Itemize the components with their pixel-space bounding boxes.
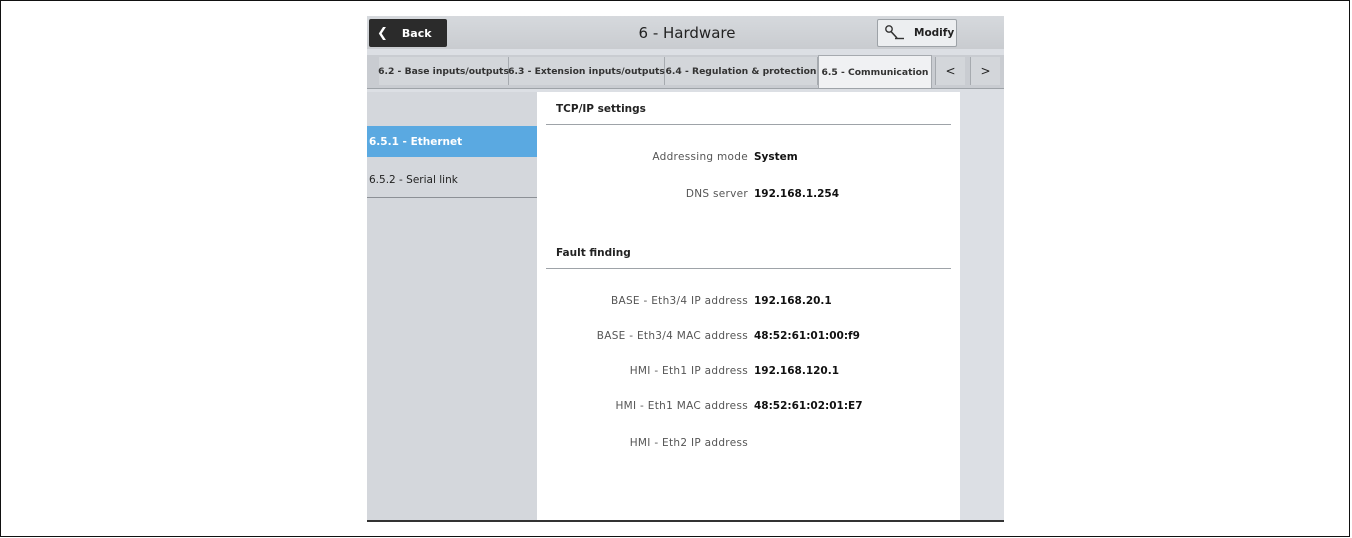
tab-base-io[interactable]: 6.2 - Base inputs/outputs — [378, 57, 509, 85]
setting-label: HMI - Eth1 IP address — [629, 365, 748, 377]
tab-prev-button[interactable]: < — [935, 57, 965, 85]
title-bar: ❮ Back 6 - Hardware Modify — [367, 16, 1004, 49]
setting-label: HMI - Eth2 IP address — [629, 437, 748, 449]
setting-row-addressing-mode: Addressing mode System — [537, 151, 960, 167]
chevron-right-icon: > — [980, 64, 991, 78]
wrench-icon — [885, 25, 904, 40]
chevron-left-icon: ❮ — [377, 25, 388, 41]
chevron-left-icon: < — [945, 64, 956, 78]
setting-label: HMI - Eth1 MAC address — [615, 400, 748, 412]
back-button[interactable]: ❮ Back — [369, 19, 447, 47]
setting-label: BASE - Eth3/4 IP address — [610, 295, 748, 307]
tab-extension-io[interactable]: 6.3 - Extension inputs/outputs — [508, 57, 665, 85]
tab-communication[interactable]: 6.5 - Communication — [818, 55, 932, 88]
setting-row-base-ip: BASE - Eth3/4 IP address 192.168.20.1 — [537, 295, 960, 311]
section-divider — [546, 268, 951, 269]
main-panel: TCP/IP settings Addressing mode System D… — [537, 92, 960, 520]
setting-value: 192.168.20.1 — [754, 295, 832, 307]
back-label: Back — [401, 26, 432, 40]
section-divider — [546, 124, 951, 125]
sidebar-item-ethernet[interactable]: 6.5.1 - Ethernet — [367, 126, 537, 157]
setting-value: System — [754, 151, 798, 163]
setting-row-dns-server: DNS server 192.168.1.254 — [537, 188, 960, 204]
sidebar: 6.5.1 - Ethernet 6.5.2 - Serial link — [367, 92, 537, 520]
setting-value: 192.168.120.1 — [754, 365, 840, 377]
hmi-screen: ❮ Back 6 - Hardware Modify 6.2 - Base in… — [367, 16, 1004, 522]
setting-label: Addressing mode — [652, 151, 748, 163]
setting-row-base-mac: BASE - Eth3/4 MAC address 48:52:61:01:00… — [537, 330, 960, 346]
setting-value: 48:52:61:01:00:f9 — [754, 330, 860, 342]
setting-value: 48:52:61:02:01:E7 — [754, 400, 863, 412]
setting-label: DNS server — [685, 188, 748, 200]
setting-label: BASE - Eth3/4 MAC address — [596, 330, 748, 342]
section-heading-tcpip: TCP/IP settings — [556, 103, 646, 115]
tab-regulation-protection[interactable]: 6.4 - Regulation & protection — [665, 57, 818, 85]
modify-button[interactable]: Modify — [877, 19, 957, 47]
modify-label: Modify — [914, 27, 955, 39]
sidebar-divider — [367, 197, 537, 198]
setting-row-hmi-eth1-mac: HMI - Eth1 MAC address 48:52:61:02:01:E7 — [537, 400, 960, 416]
setting-row-hmi-eth2-ip: HMI - Eth2 IP address — [537, 437, 960, 453]
sidebar-item-serial-link[interactable]: 6.5.2 - Serial link — [367, 164, 537, 195]
setting-value: 192.168.1.254 — [754, 188, 840, 200]
tab-next-button[interactable]: > — [970, 57, 1000, 85]
page-title: 6 - Hardware — [638, 23, 736, 42]
setting-row-hmi-eth1-ip: HMI - Eth1 IP address 192.168.120.1 — [537, 365, 960, 381]
tab-bar: 6.2 - Base inputs/outputs 6.3 - Extensio… — [367, 55, 1004, 89]
right-margin-panel — [960, 92, 1004, 520]
section-heading-fault-finding: Fault finding — [556, 247, 631, 259]
